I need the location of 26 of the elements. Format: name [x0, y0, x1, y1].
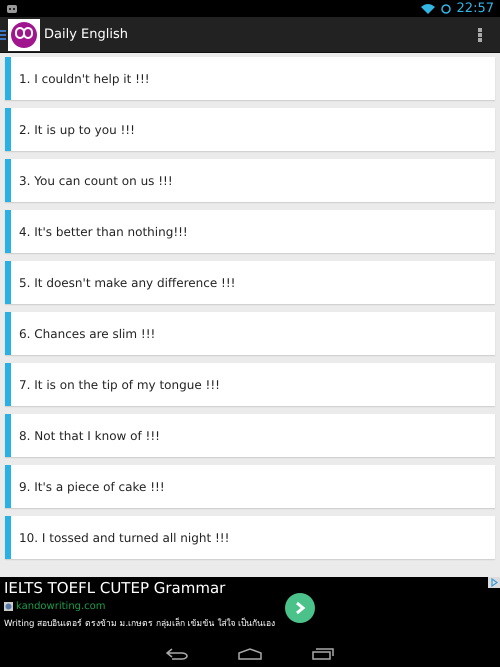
sync-icon: [440, 4, 451, 14]
phrase-item[interactable]: 7. It is on the tip of my tongue !!!: [5, 363, 495, 406]
drawer-icon[interactable]: [0, 28, 6, 40]
ad-open-button[interactable]: [285, 593, 315, 623]
phrase-item[interactable]: 8. Not that I know of !!!: [5, 414, 495, 457]
back-icon[interactable]: [166, 648, 188, 660]
phrase-item[interactable]: 2. It is up to you !!!: [5, 108, 495, 151]
phrase-item[interactable]: 9. It's a piece of cake !!!: [5, 465, 495, 508]
overflow-menu-icon[interactable]: [478, 28, 482, 42]
phrase-item[interactable]: 4. It's better than nothing!!!: [5, 210, 495, 253]
phrase-item[interactable]: 5. It doesn't make any difference !!!: [5, 261, 495, 304]
android-icon: [6, 4, 18, 13]
ad-url[interactable]: kandowriting.com: [16, 601, 106, 612]
ad-description: Writing สอบอินเตอร์ ตรงข้าม ม.เกษตร กลุ่มเล็ก เข้มข้น ใส่ใจ เป็นกันเอง: [4, 616, 276, 630]
wifi-icon: [420, 4, 435, 14]
app-title: Daily English: [44, 27, 128, 42]
chevron-icon: [294, 601, 306, 615]
phrase-item[interactable]: 6. Chances are slim !!!: [5, 312, 495, 355]
phrase-item[interactable]: 3. You can count on us !!!: [5, 159, 495, 202]
phrase-item[interactable]: 1. I couldn't help it !!!: [5, 57, 495, 100]
phrase-item[interactable]: 10. I tossed and turned all night !!!: [5, 516, 495, 559]
home-icon[interactable]: [238, 648, 262, 660]
globe-icon: [4, 602, 13, 611]
clock-time: 22:57: [456, 1, 494, 16]
ad-headline[interactable]: IELTS TOEFL CUTEP Grammar: [4, 579, 226, 597]
recents-icon[interactable]: [312, 648, 334, 660]
